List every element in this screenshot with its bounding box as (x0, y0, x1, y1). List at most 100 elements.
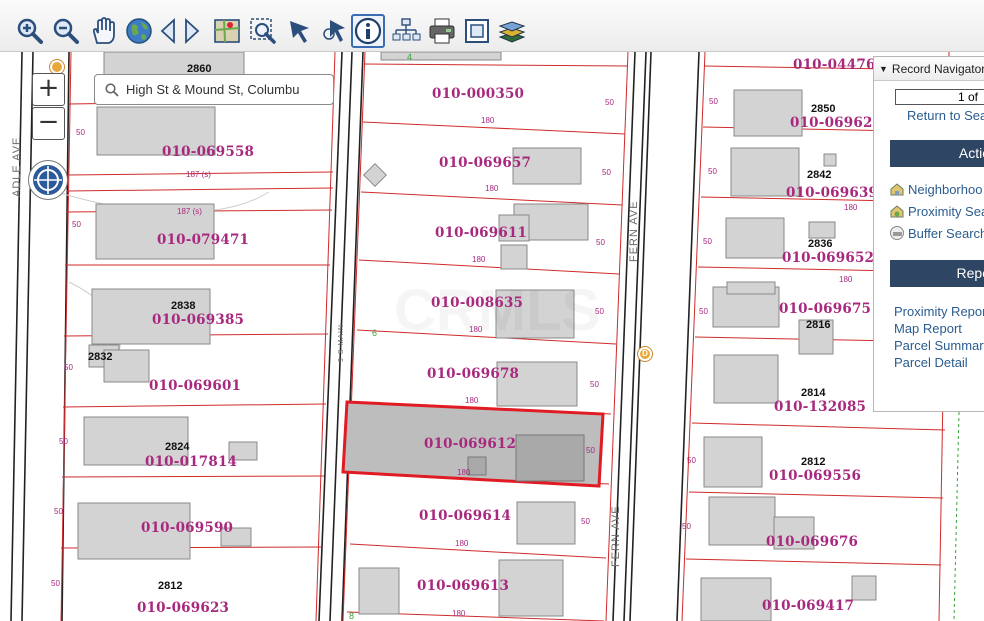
map-canvas[interactable]: CRMLS 010-000350 010-069558 010-069657 0… (9, 52, 984, 621)
poi-marker[interactable] (50, 60, 64, 74)
print-icon[interactable] (425, 14, 459, 48)
parcel-label[interactable]: 010-069611 (435, 225, 527, 241)
neighborhood-search-link[interactable]: Neighborhoo (889, 181, 982, 197)
address-search[interactable] (94, 74, 334, 105)
parcel-label[interactable]: 010-069626 (790, 115, 882, 131)
poi-marker[interactable]: D (638, 347, 652, 361)
layers-icon[interactable] (495, 14, 529, 48)
parcel-label[interactable]: 010-069652 (782, 250, 874, 266)
house-number: 2816 (806, 319, 831, 331)
tree-icon[interactable] (389, 14, 423, 48)
house-number: 2842 (807, 169, 832, 181)
crosshair-icon (33, 165, 63, 195)
dimension-label: 180 (839, 275, 853, 284)
street-label: ADLE AVE (11, 136, 23, 197)
dimension-label: 50 (602, 168, 611, 177)
dimension-label: 50 (64, 363, 73, 372)
house-number: 2832 (88, 351, 113, 363)
pan-hand-icon[interactable] (86, 14, 120, 48)
zoom-in-button[interactable]: + (32, 73, 65, 106)
full-extent-icon[interactable] (460, 14, 494, 48)
selected-parcel-label[interactable]: 010-069612 (424, 436, 516, 452)
dimension-label: 50 (709, 97, 718, 106)
parcel-label[interactable]: 010-069676 (766, 534, 858, 550)
house-number: 2838 (171, 300, 196, 312)
dimension-label: 180 (457, 468, 471, 477)
record-navigator-panel: ▼ Record Navigator 1 of Return to Sear A… (873, 56, 984, 412)
dimension-label: 50 (590, 380, 599, 389)
dimension-label: 50 (699, 307, 708, 316)
dimension-label: 180 (452, 609, 466, 618)
parcel-label[interactable]: 010-008635 (431, 295, 523, 311)
return-to-search-link[interactable]: Return to Sear (907, 108, 984, 123)
dimension-label: 50 (595, 307, 604, 316)
proximity-search-link[interactable]: Proximity Sea (889, 203, 984, 219)
dimension-label: 180 (465, 396, 479, 405)
actions-header: Actio (890, 140, 984, 167)
parcel-label[interactable]: 010-069385 (152, 312, 244, 328)
parcel-label[interactable]: 010-069601 (149, 378, 241, 394)
map-locator-icon[interactable] (210, 14, 244, 48)
select-tool-icon[interactable] (318, 14, 352, 48)
globe-icon[interactable] (122, 14, 156, 48)
parcel-label[interactable]: 010-069556 (769, 468, 861, 484)
zoom-in-icon[interactable] (13, 14, 47, 48)
dimension-label: 50 (59, 437, 68, 446)
house-number: 2836 (808, 238, 833, 250)
proximity-icon (890, 205, 904, 218)
info-icon[interactable] (351, 14, 385, 48)
dimension-label: 50 (708, 167, 717, 176)
dimension-label: 50 (581, 517, 590, 526)
zoom-box-icon[interactable] (246, 14, 280, 48)
dimension-label: 180 (469, 325, 483, 334)
parcel-label[interactable]: 010-069613 (417, 578, 509, 594)
page-indicator[interactable]: 1 of (895, 89, 984, 105)
parcel-label[interactable]: 010-069590 (141, 520, 233, 536)
parcel-label[interactable]: 010-069639 (786, 185, 878, 201)
house-number: 2824 (165, 441, 190, 453)
map-report-link[interactable]: Map Report (894, 321, 962, 336)
dimension-label: 50 (703, 237, 712, 246)
dimension-label: 50 (54, 507, 63, 516)
locate-button[interactable] (28, 160, 68, 200)
parcel-label[interactable]: 010-069623 (137, 600, 229, 616)
zoom-out-button[interactable]: − (32, 107, 65, 140)
panel-header[interactable]: ▼ Record Navigator (874, 57, 984, 81)
dimension-label: 50 (72, 220, 81, 229)
street-label: FERN AVE (610, 505, 622, 567)
proximity-report-link[interactable]: Proximity Repor (894, 304, 984, 319)
dimension-label: 4 (407, 52, 413, 62)
house-number: 2812 (158, 580, 183, 592)
parcel-detail-link[interactable]: Parcel Detail (894, 355, 968, 370)
parcel-label[interactable]: 010-069675 (779, 301, 871, 317)
dimension-label: 180 (455, 539, 469, 548)
dimension-label: 50 (596, 238, 605, 247)
dimension-label: 187 (s) (186, 170, 211, 179)
house-number: 2812 (801, 456, 826, 468)
dimension-label: 50 (586, 446, 595, 455)
dimension-label: 180 (485, 184, 499, 193)
parcel-label[interactable]: 010-069558 (162, 144, 254, 160)
parcel-label[interactable]: 010-079471 (157, 232, 249, 248)
dimension-label: 50 (605, 98, 614, 107)
street-label: FERN AVE (628, 200, 640, 262)
dimension-label: 6 (372, 328, 378, 338)
caret-down-icon: ▼ (879, 63, 888, 74)
parcel-label[interactable]: 010-069657 (439, 155, 531, 171)
forward-arrow-icon[interactable] (180, 14, 204, 48)
parcel-label[interactable]: 010-017814 (145, 454, 237, 470)
parcel-label[interactable]: 010-132085 (774, 399, 866, 415)
parcel-label[interactable]: 010-069417 (762, 598, 854, 614)
parcel-label[interactable]: 010-069678 (427, 366, 519, 382)
select-arrow-icon[interactable] (283, 14, 317, 48)
parcel-summary-link[interactable]: Parcel Summary (894, 338, 984, 353)
parcel-label[interactable]: 010-069614 (419, 508, 511, 524)
search-input[interactable] (126, 82, 326, 97)
buffer-icon (890, 226, 904, 240)
zoom-out-icon[interactable] (49, 14, 83, 48)
buffer-search-link[interactable]: Buffer Search (889, 225, 984, 241)
back-arrow-icon[interactable] (156, 14, 180, 48)
parcel-label[interactable]: 010-000350 (432, 86, 524, 102)
street-label: 9 S MAIN (338, 324, 345, 362)
parcel-label[interactable]: 010-044762 (793, 57, 885, 73)
